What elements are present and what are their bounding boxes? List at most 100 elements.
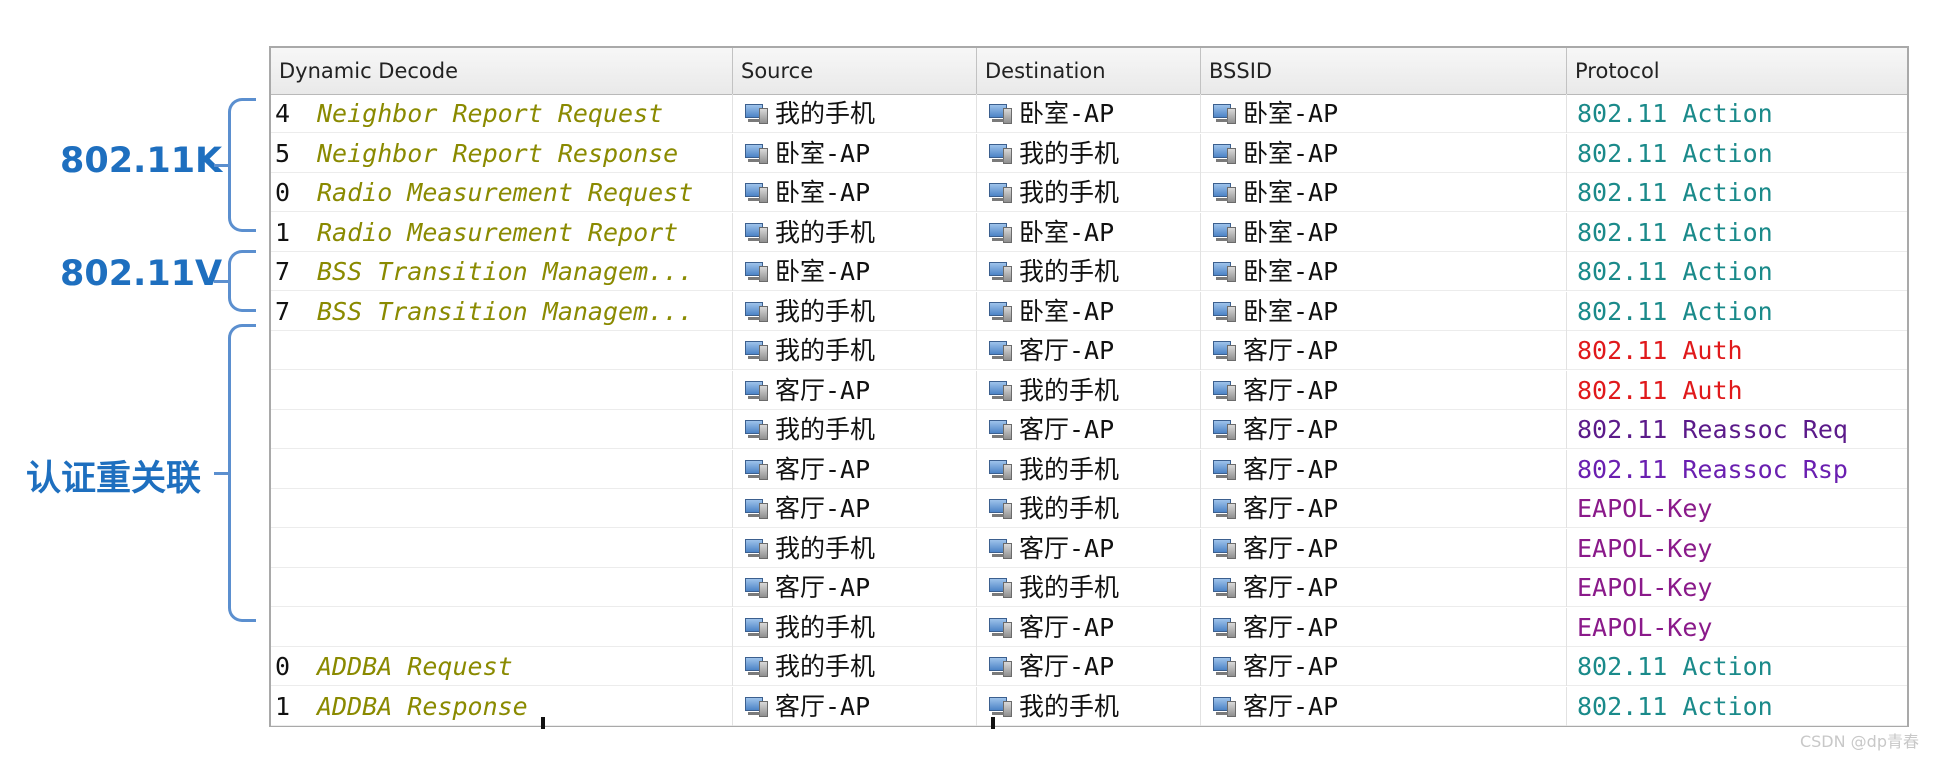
station-icon: [1213, 222, 1237, 243]
cell-bssid: 卧室-AP: [1201, 291, 1567, 331]
station-icon: [1213, 262, 1237, 282]
cell-destination: 客厅-AP: [977, 331, 1201, 370]
station-icon: [989, 459, 1013, 480]
column-header-destination[interactable]: Destination: [977, 48, 1201, 94]
cell-source-text: 卧室-AP: [775, 178, 871, 207]
cell-destination-text: 卧室-AP: [1019, 99, 1115, 128]
cell-destination-text: 客厅-AP: [1019, 415, 1115, 444]
cell-source: 我的手机: [733, 607, 977, 647]
cell-destination: 卧室-AP: [977, 212, 1201, 252]
cell-bssid: 客厅-AP: [1201, 686, 1567, 726]
station-icon: [745, 459, 769, 480]
decode-name: Neighbor Report Response: [317, 138, 679, 168]
table-row[interactable]: 4 Neighbor Report Request 我的手机 卧室-AP 卧室-AP 80…: [271, 94, 1907, 133]
cell-destination: 我的手机: [977, 252, 1201, 291]
table-row[interactable]: 我的手机 客厅-AP 客厅-AP EAPOL-Key: [271, 528, 1907, 568]
station-icon: [989, 143, 1013, 164]
cell-bssid: 客厅-AP: [1201, 370, 1567, 410]
column-header-bssid[interactable]: BSSID: [1201, 48, 1567, 94]
cell-destination: 卧室-AP: [977, 291, 1201, 331]
cell-source-text: 卧室-AP: [775, 257, 871, 286]
column-header-dynamic-decode[interactable]: Dynamic Decode: [271, 48, 733, 94]
cell-source-text: 我的手机: [775, 296, 876, 326]
table-row[interactable]: 5 Neighbor Report Response 卧室-AP 我的手机 卧室-AP 8…: [271, 133, 1907, 173]
table-row[interactable]: 客厅-AP 我的手机 客厅-AP 802.11 Auth: [271, 370, 1907, 410]
table-row[interactable]: 我的手机 客厅-AP 客厅-AP 802.11 Reassoc Req: [271, 410, 1907, 449]
table-row[interactable]: 客厅-AP 我的手机 客厅-AP EAPOL-Key: [271, 489, 1907, 528]
table-row[interactable]: 我的手机 客厅-AP 客厅-AP EAPOL-Key: [271, 607, 1907, 647]
decode-name: ADDBA Request: [317, 652, 513, 681]
watermark: CSDN @dp青春: [1799, 732, 1919, 751]
table-row[interactable]: 0 ADDBA Request 我的手机 客厅-AP 客厅-AP 802.11 Actio…: [271, 647, 1907, 686]
station-icon: [1213, 420, 1237, 440]
cell-destination: 我的手机: [977, 686, 1201, 726]
cell-dynamic-decode: [271, 489, 733, 528]
cell-bssid: 客厅-AP: [1201, 528, 1567, 568]
cell-bssid-text: 客厅-AP: [1243, 494, 1339, 523]
cell-dynamic-decode: [271, 410, 733, 449]
cell-destination-text: 我的手机: [1019, 375, 1120, 405]
cell-bssid-text: 卧室-AP: [1243, 296, 1339, 326]
decode-seq: 1: [275, 217, 291, 247]
station-icon: [745, 380, 769, 401]
cell-protocol: EAPOL-Key: [1577, 612, 1713, 642]
station-icon: [745, 104, 769, 124]
decode-name: Radio Measurement Report: [317, 217, 679, 247]
station-icon: [745, 617, 769, 638]
decode-seq: 1: [275, 691, 291, 721]
cell-destination: 客厅-AP: [977, 410, 1201, 449]
station-icon: [745, 657, 769, 677]
column-header-protocol[interactable]: Protocol: [1567, 48, 1909, 94]
column-header-source[interactable]: Source: [733, 48, 977, 94]
cell-destination-text: 客厅-AP: [1019, 652, 1115, 681]
annotation-label-80211v: 802.11V: [60, 254, 223, 294]
table-row[interactable]: 1 ADDBA Response 客厅-AP 我的手机 客厅-AP 802.11 Acti…: [271, 686, 1907, 726]
station-icon: [745, 420, 769, 440]
cell-source: 我的手机: [733, 410, 977, 449]
decode-seq: 0: [275, 652, 291, 681]
cell-bssid-text: 卧室-AP: [1243, 257, 1339, 286]
station-icon: [1213, 143, 1237, 164]
cell-dynamic-decode: 7 BSS Transition Managem...: [271, 291, 733, 331]
table-row[interactable]: 1 Radio Measurement Report 我的手机 卧室-AP 卧室-AP 8…: [271, 212, 1907, 252]
cell-source-text: 客厅-AP: [775, 494, 871, 523]
cell-source-text: 我的手机: [775, 415, 876, 444]
table-row[interactable]: 客厅-AP 我的手机 客厅-AP EAPOL-Key: [271, 568, 1907, 607]
station-icon: [989, 380, 1013, 401]
table-row[interactable]: 7 BSS Transition Managem... 我的手机 卧室-AP 卧室-AP…: [271, 291, 1907, 331]
cell-destination: 我的手机: [977, 449, 1201, 489]
station-icon: [1213, 696, 1237, 717]
cell-destination: 我的手机: [977, 489, 1201, 528]
station-icon: [989, 617, 1013, 638]
annotation-label-auth-reassoc: 认证重关联: [26, 459, 202, 499]
cell-dynamic-decode: 7 BSS Transition Managem...: [271, 252, 733, 291]
cell-bssid-text: 客厅-AP: [1243, 454, 1339, 484]
table-row[interactable]: 我的手机 客厅-AP 客厅-AP 802.11 Auth: [271, 331, 1907, 370]
table-row[interactable]: 客厅-AP 我的手机 客厅-AP 802.11 Reassoc Rsp: [271, 449, 1907, 489]
decode-seq: 0: [275, 178, 291, 207]
cell-protocol: 802.11 Action: [1577, 691, 1773, 721]
cell-source: 我的手机: [733, 331, 977, 370]
cell-bssid-text: 客厅-AP: [1243, 375, 1339, 405]
cell-protocol: EAPOL-Key: [1577, 573, 1713, 602]
decode-name: BSS Transition Managem...: [317, 257, 694, 286]
table-row[interactable]: 7 BSS Transition Managem... 卧室-AP 我的手机 卧室-AP…: [271, 252, 1907, 291]
station-icon: [989, 499, 1013, 519]
bracket-80211k-tick: [214, 164, 230, 167]
station-icon: [1213, 341, 1237, 361]
cell-destination: 卧室-AP: [977, 94, 1201, 133]
station-icon: [1213, 499, 1237, 519]
cell-dynamic-decode: [271, 568, 733, 607]
cell-destination: 客厅-AP: [977, 528, 1201, 568]
cell-source: 客厅-AP: [733, 449, 977, 489]
cell-source: 客厅-AP: [733, 568, 977, 607]
table-row[interactable]: 0 Radio Measurement Request 卧室-AP 我的手机 卧室-AP…: [271, 173, 1907, 212]
cell-destination-text: 卧室-AP: [1019, 217, 1115, 247]
station-icon: [1213, 380, 1237, 401]
decode-name: BSS Transition Managem...: [317, 296, 694, 326]
cell-dynamic-decode: 5 Neighbor Report Response: [271, 133, 733, 173]
cell-bssid-text: 卧室-AP: [1243, 217, 1339, 247]
station-icon: [745, 538, 769, 559]
cell-protocol: 802.11 Reassoc Req: [1577, 415, 1848, 444]
station-icon: [989, 578, 1013, 598]
